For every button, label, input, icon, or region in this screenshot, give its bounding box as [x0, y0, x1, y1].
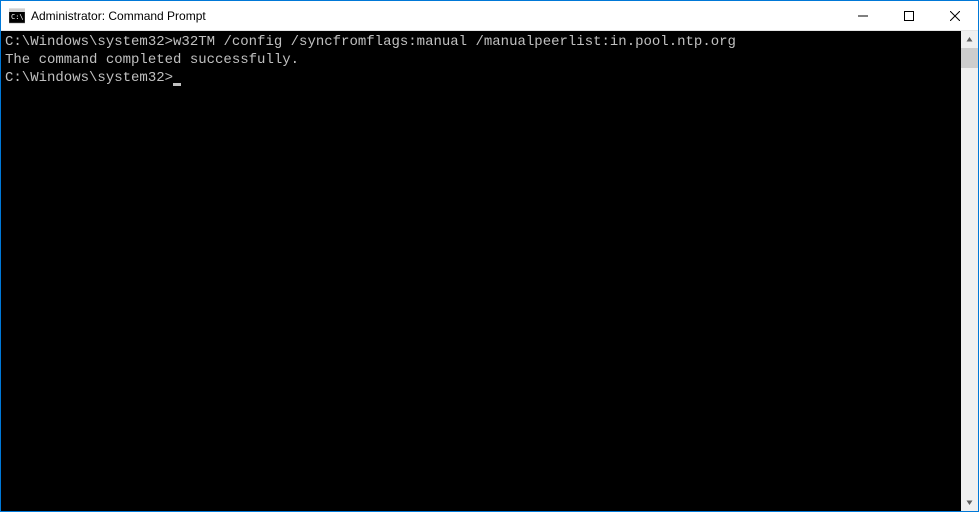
command-text: w32TM /config /syncfromflags:manual /man… [173, 34, 736, 50]
close-button[interactable] [932, 1, 978, 30]
terminal-line: C:\Windows\system32> [5, 69, 961, 87]
terminal-output[interactable]: C:\Windows\system32>w32TM /config /syncf… [1, 31, 961, 511]
prompt-text: C:\Windows\system32> [5, 34, 173, 50]
window-title: Administrator: Command Prompt [31, 9, 840, 23]
titlebar[interactable]: C:\ Administrator: Command Prompt [1, 1, 978, 31]
minimize-button[interactable] [840, 1, 886, 30]
scroll-down-button[interactable] [961, 494, 978, 511]
prompt-text: C:\Windows\system32> [5, 70, 173, 86]
maximize-button[interactable] [886, 1, 932, 30]
scrollbar-thumb[interactable] [961, 48, 978, 68]
terminal-cursor [173, 83, 181, 86]
command-prompt-icon: C:\ [9, 8, 25, 24]
command-prompt-window: C:\ Administrator: Command Prompt C:\Win… [0, 0, 979, 512]
scroll-up-button[interactable] [961, 31, 978, 48]
terminal-line: The command completed successfully. [5, 51, 961, 69]
terminal-line: C:\Windows\system32>w32TM /config /syncf… [5, 33, 961, 51]
window-controls [840, 1, 978, 30]
vertical-scrollbar[interactable] [961, 31, 978, 511]
content-area: C:\Windows\system32>w32TM /config /syncf… [1, 31, 978, 511]
svg-text:C:\: C:\ [11, 13, 24, 21]
scrollbar-track[interactable] [961, 48, 978, 494]
